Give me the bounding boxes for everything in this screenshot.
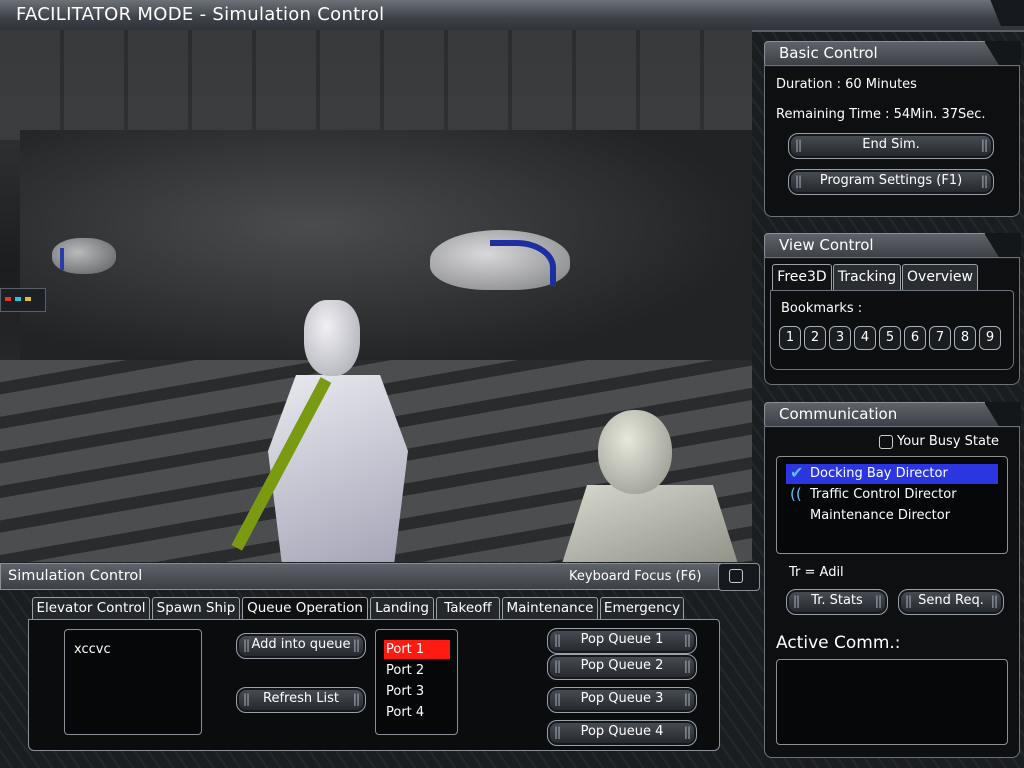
sim-control-toggle[interactable]: [718, 563, 760, 591]
active-comm-box[interactable]: [776, 659, 1008, 745]
pilot-figure-head: [598, 410, 672, 494]
director-item[interactable]: (( Traffic Control Director: [786, 485, 998, 505]
pop-queue-1-button[interactable]: Pop Queue 1: [547, 628, 697, 654]
title-bar: FACILITATOR MODE - Simulation Control: [0, 0, 1024, 32]
tab-maintenance[interactable]: Maintenance: [502, 597, 598, 620]
tab-overview[interactable]: Overview: [902, 264, 978, 291]
distant-ship: [52, 238, 116, 274]
send-req-button[interactable]: Send Req.: [898, 589, 1004, 615]
add-into-queue-button[interactable]: Add into queue: [236, 633, 366, 659]
tab-tracking[interactable]: Tracking: [833, 264, 901, 291]
sim-control-header: Simulation Control Keyboard Focus (F6): [0, 563, 726, 590]
3d-viewport[interactable]: [0, 30, 752, 562]
bookmark-8-button[interactable]: 8: [954, 326, 976, 350]
queue-item[interactable]: xccvc: [74, 642, 111, 657]
port-item[interactable]: Port 3: [384, 682, 450, 701]
refresh-list-button[interactable]: Refresh List: [236, 687, 366, 713]
checkmark-icon: ✔: [790, 463, 804, 482]
title-bar-corner: [990, 0, 1024, 26]
tab-free3d[interactable]: Free3D: [772, 264, 832, 291]
view-control-title: View Control: [779, 236, 874, 254]
director-item[interactable]: ✔ Docking Bay Director: [786, 463, 998, 484]
tr-stats-button[interactable]: Tr. Stats: [786, 589, 888, 615]
crew-figure-body: [268, 375, 408, 562]
tab-elevator-control[interactable]: Elevator Control: [32, 597, 150, 620]
tab-spawn-ship[interactable]: Spawn Ship: [152, 597, 240, 620]
bookmark-9-button[interactable]: 9: [979, 326, 1001, 350]
bookmark-1-button[interactable]: 1: [779, 326, 801, 350]
bookmark-5-button[interactable]: 5: [879, 326, 901, 350]
tab-landing[interactable]: Landing: [370, 597, 434, 620]
crew-figure-head: [304, 300, 360, 376]
port-item[interactable]: Port 4: [384, 703, 450, 722]
bookmark-3-button[interactable]: 3: [829, 326, 851, 350]
bookmark-7-button[interactable]: 7: [929, 326, 951, 350]
port-item[interactable]: Port 2: [384, 661, 450, 680]
program-settings-button[interactable]: Program Settings (F1): [788, 169, 994, 195]
panel-toggle-icon: [729, 569, 743, 583]
pop-queue-4-button[interactable]: Pop Queue 4: [547, 720, 697, 746]
wall-console: [0, 288, 46, 312]
busy-state-checkbox[interactable]: [879, 435, 893, 449]
pop-queue-2-button[interactable]: Pop Queue 2: [547, 654, 697, 680]
window-title: FACILITATOR MODE - Simulation Control: [16, 4, 385, 25]
tab-queue-operation[interactable]: Queue Operation: [242, 597, 368, 621]
signal-icon: ((: [790, 485, 802, 503]
pilot-figure-body: [560, 485, 740, 562]
communication-header: Communication: [764, 402, 1021, 428]
communication-title: Communication: [779, 405, 898, 423]
port-item[interactable]: Port 1: [384, 640, 450, 659]
basic-control-header: Basic Control: [764, 41, 1021, 67]
keyboard-focus-label: Keyboard Focus (F6): [569, 569, 702, 584]
basic-control-title: Basic Control: [779, 44, 878, 62]
pop-queue-3-button[interactable]: Pop Queue 3: [547, 687, 697, 713]
end-sim-button[interactable]: End Sim.: [788, 133, 994, 159]
view-control-header: View Control: [764, 233, 1021, 259]
busy-state-label: Your Busy State: [897, 434, 1000, 449]
sim-control-title: Simulation Control: [8, 568, 143, 584]
bookmark-4-button[interactable]: 4: [854, 326, 876, 350]
hangar-ceiling: [0, 30, 752, 140]
remaining-time-label: Remaining Time : 54Min. 37Sec.: [776, 107, 986, 122]
bookmarks-label: Bookmarks :: [781, 301, 863, 316]
tab-emergency[interactable]: Emergency: [600, 597, 684, 620]
tr-label: Tr = Adil: [789, 565, 844, 580]
duration-label: Duration : 60 Minutes: [776, 77, 917, 92]
tab-takeoff[interactable]: Takeoff: [436, 597, 500, 620]
bookmark-6-button[interactable]: 6: [904, 326, 926, 350]
hangar-wall: [20, 130, 752, 370]
active-comm-label: Active Comm.:: [776, 633, 901, 653]
bookmark-2-button[interactable]: 2: [804, 326, 826, 350]
shuttle-ship: [430, 230, 570, 290]
director-item[interactable]: Maintenance Director: [786, 506, 998, 526]
